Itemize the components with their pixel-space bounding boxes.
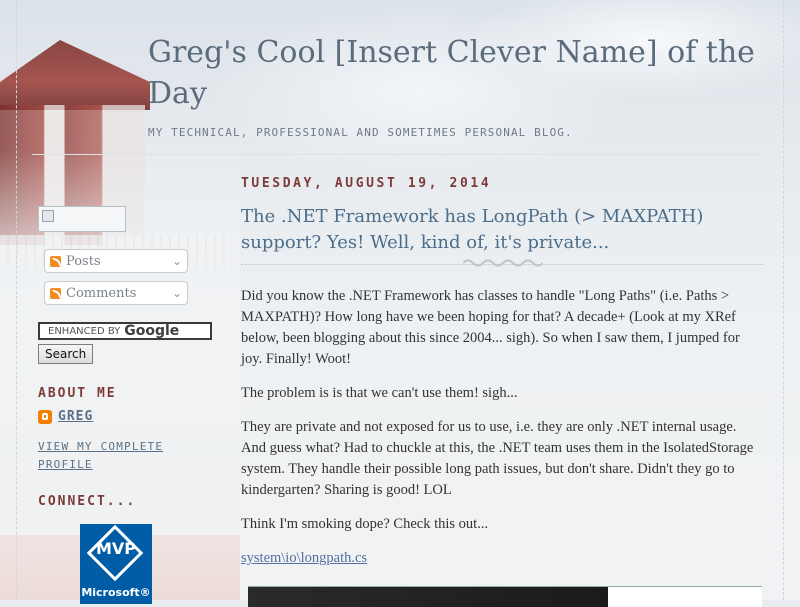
post-paragraph: They are private and not exposed for us … — [241, 419, 754, 498]
feed-posts-dropdown[interactable]: Posts ⌄ — [44, 249, 188, 273]
view-profile-link[interactable]: VIEW MY COMPLETE PROFILE — [38, 438, 198, 474]
post-body: Did you know the .NET Framework has clas… — [241, 286, 763, 569]
mvp-badge[interactable]: MVP Microsoft® — [80, 524, 152, 604]
about-me-heading: ABOUT ME — [38, 386, 117, 401]
connect-heading: CONNECT... — [38, 494, 137, 509]
mvp-badge-sub: Microsoft® — [81, 586, 151, 599]
wave-ornament-icon — [463, 259, 543, 267]
blog-description: MY TECHNICAL, PROFESSIONAL AND SOMETIMES… — [148, 126, 573, 139]
post-title[interactable]: The .NET Framework has LongPath (> MAXPA… — [241, 204, 763, 256]
blog-title[interactable]: Greg's Cool [Insert Clever Name] of the … — [148, 32, 768, 114]
mvp-badge-text: MVP — [95, 539, 137, 558]
blog-header: Greg's Cool [Insert Clever Name] of the … — [148, 32, 768, 139]
longpath-source-link[interactable]: system\io\longpath.cs — [241, 550, 367, 566]
search-placeholder-prefix: ENHANCED BY — [48, 325, 121, 337]
rss-icon — [50, 287, 61, 299]
chevron-down-icon: ⌄ — [171, 286, 182, 300]
embedded-code-preview — [248, 586, 762, 607]
feed-comments-dropdown[interactable]: Comments ⌄ — [44, 281, 188, 305]
search-button[interactable]: Search — [38, 344, 94, 364]
rss-icon — [50, 255, 61, 267]
chevron-down-icon: ⌄ — [171, 254, 182, 268]
profile-name-link[interactable]: GREG — [58, 409, 93, 424]
broken-image-icon — [38, 206, 126, 232]
post-date: TUESDAY, AUGUST 19, 2014 — [241, 176, 492, 191]
feed-comments-label: Comments — [66, 285, 137, 301]
post-paragraph: Did you know the .NET Framework has clas… — [241, 288, 740, 367]
main-content: TUESDAY, AUGUST 19, 2014 The .NET Framew… — [241, 176, 763, 607]
header-divider — [32, 154, 760, 155]
feed-posts-label: Posts — [66, 253, 101, 269]
title-divider — [241, 259, 763, 267]
search-input[interactable]: ENHANCED BY Google — [38, 322, 212, 340]
google-logo: Google — [124, 323, 180, 339]
blogger-icon — [38, 410, 52, 424]
post-paragraph: The problem is is that we can't use them… — [241, 385, 518, 401]
post-paragraph: Think I'm smoking dope? Check this out..… — [241, 516, 489, 532]
